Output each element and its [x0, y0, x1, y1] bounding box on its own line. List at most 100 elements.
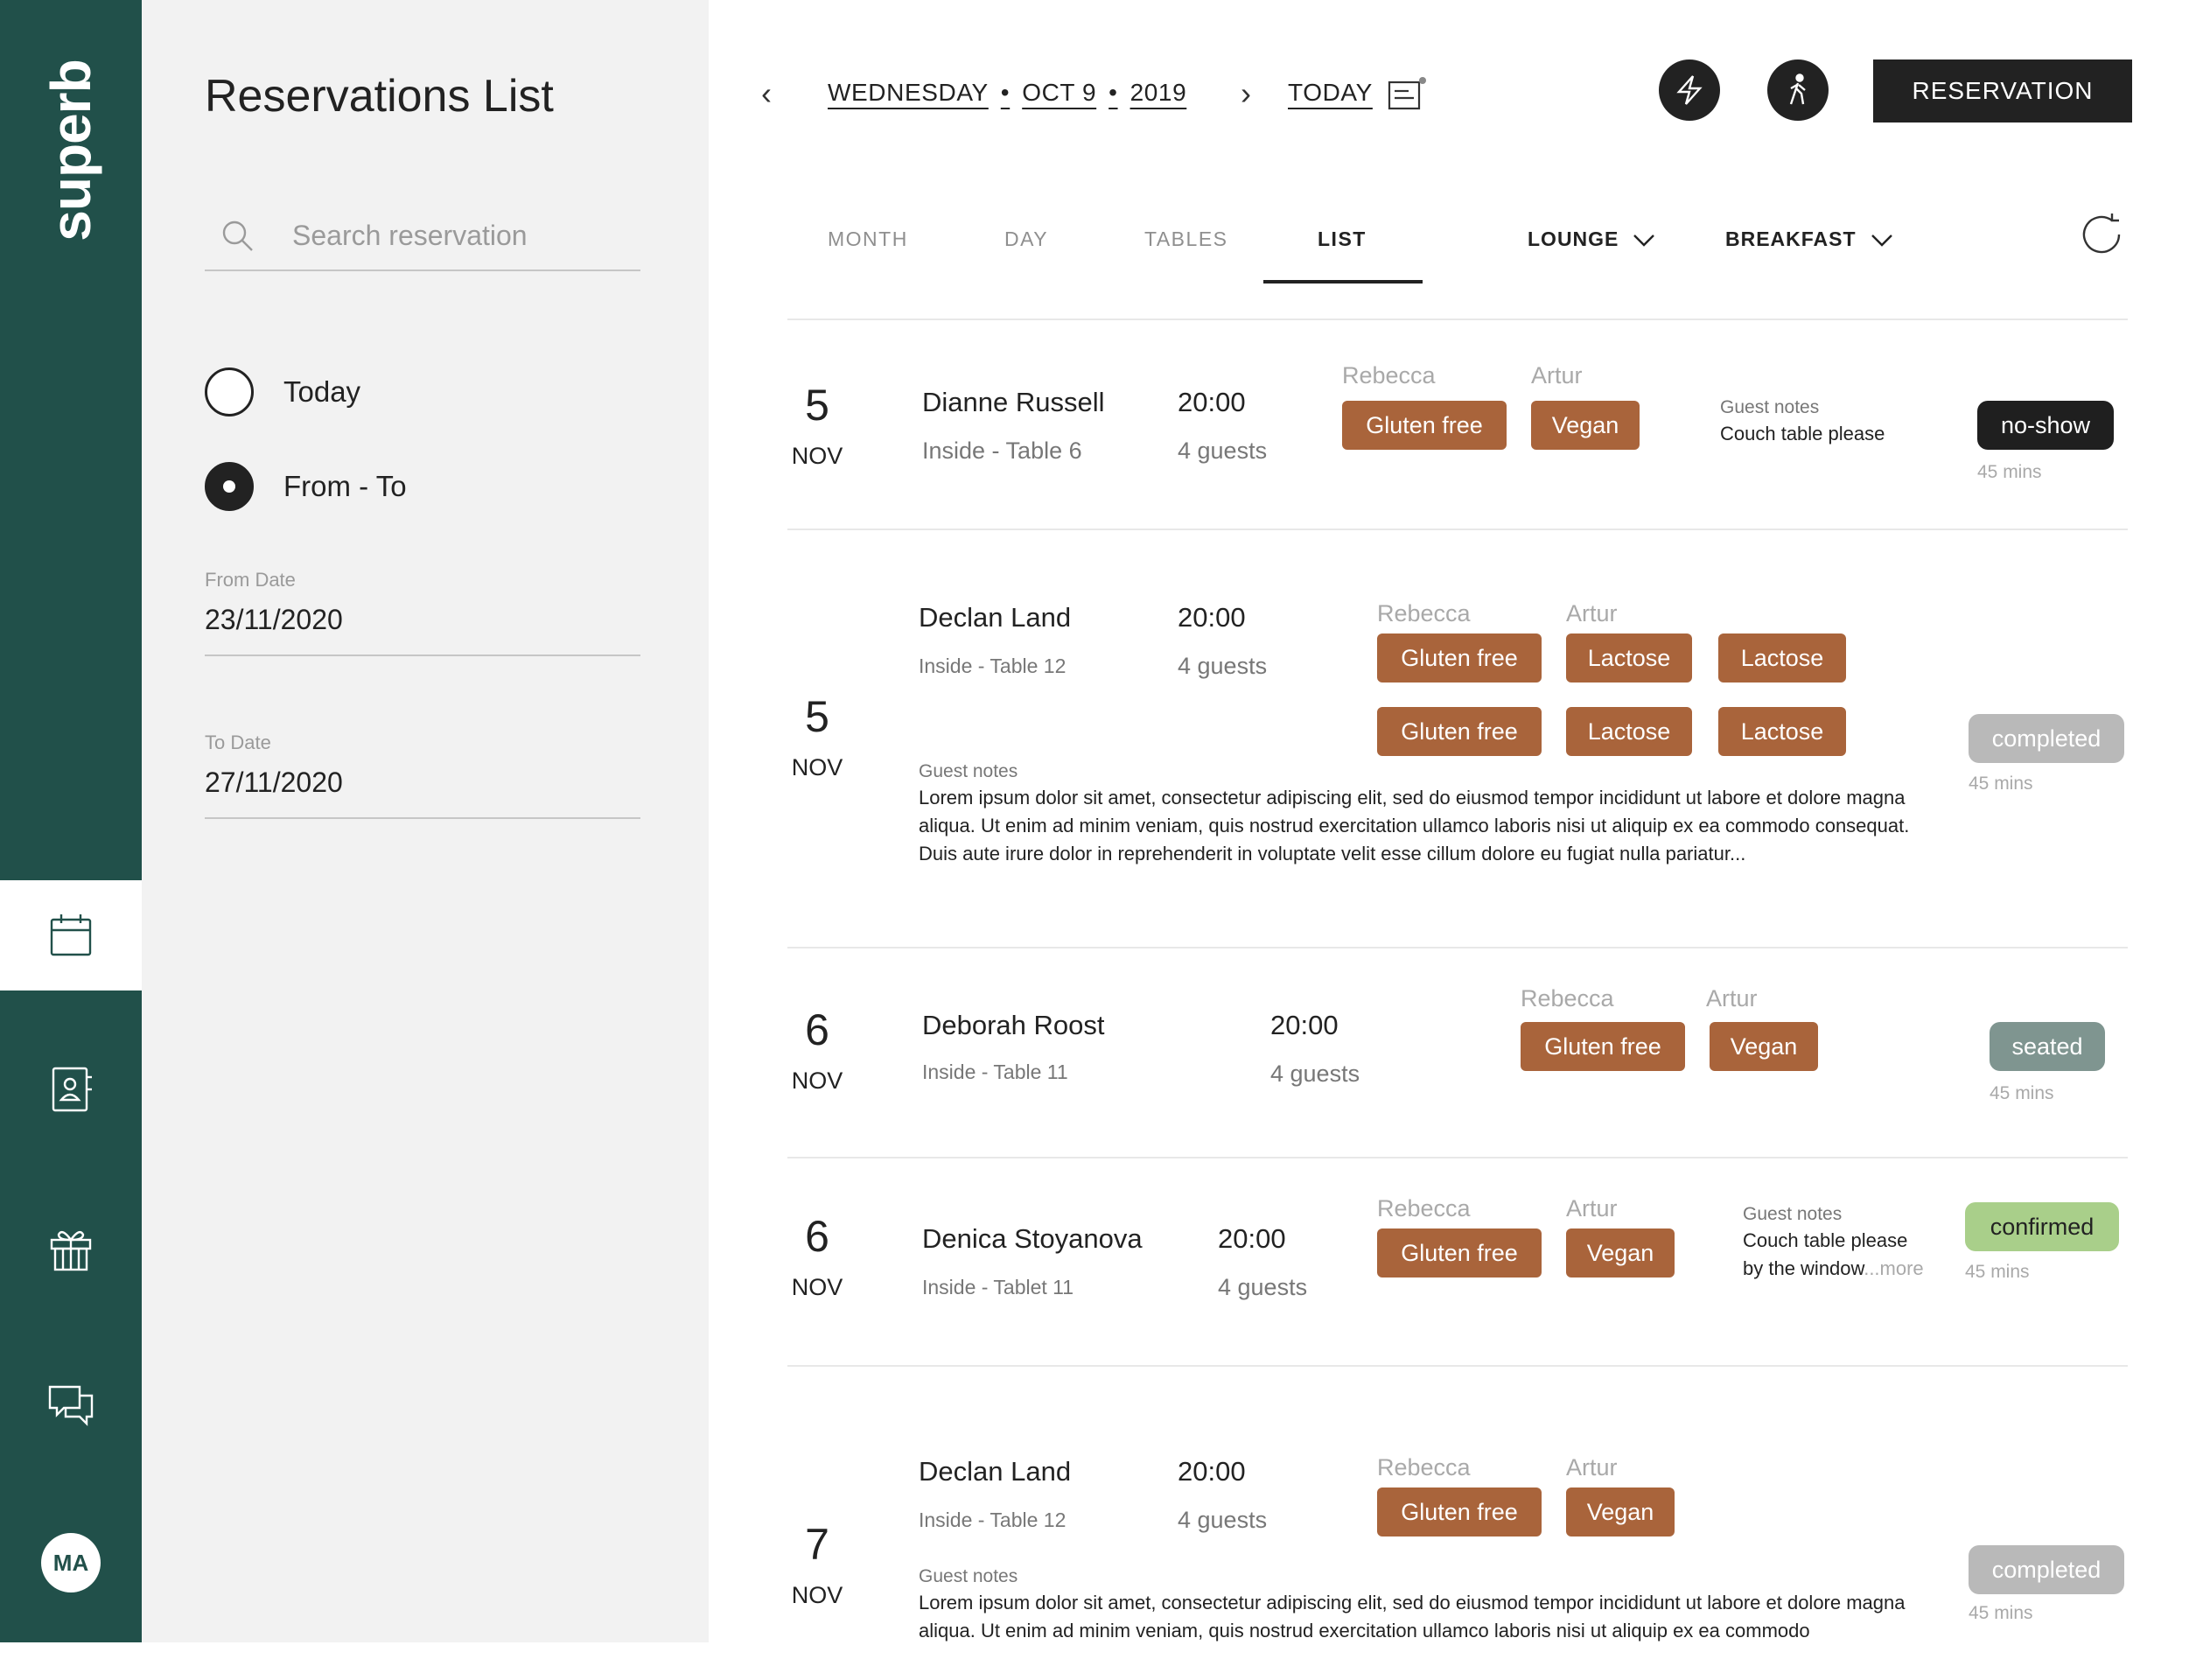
radio-from-to[interactable]: From - To: [205, 462, 407, 511]
reservation-day: 6: [805, 1212, 829, 1261]
radio-today[interactable]: Today: [205, 368, 360, 416]
from-date-field[interactable]: From Date 23/11/2020: [205, 569, 640, 656]
day-notes-icon[interactable]: [1388, 75, 1428, 112]
shift-dropdown[interactable]: BREAKFAST: [1725, 228, 1893, 251]
more-link[interactable]: ...more: [1864, 1257, 1923, 1279]
radio-today-circle[interactable]: [205, 368, 254, 416]
guest-name: Deborah Roost: [922, 1010, 1105, 1040]
new-reservation-button[interactable]: RESERVATION: [1873, 60, 2132, 122]
dietary-tag: Lactose: [1566, 634, 1692, 682]
area-dropdown[interactable]: LOUNGE: [1528, 228, 1655, 251]
guest-count: 4 guests: [1218, 1274, 1308, 1300]
from-date-value[interactable]: 23/11/2020: [205, 604, 640, 636]
chevron-down-icon: [1871, 234, 1892, 247]
tab-day[interactable]: DAY: [1004, 228, 1048, 251]
reservation-month: NOV: [791, 1068, 843, 1094]
top-bar: ‹ WEDNESDAY • OCT 9 • 2019 › TODAY RESERVATI…: [709, 0, 2189, 184]
guest-notes-label: Guest notes: [1720, 397, 1820, 417]
reservation-time: 20:00: [1218, 1223, 1286, 1254]
search-icon: [222, 220, 253, 251]
guest-name: Dianne Russell: [922, 387, 1105, 417]
nav-gift[interactable]: [0, 1194, 142, 1304]
search-box: [205, 201, 640, 271]
reservation-month: NOV: [791, 1274, 843, 1300]
dietary-tag: Gluten free: [1377, 1228, 1542, 1278]
staff-name: Artur: [1566, 1454, 1618, 1480]
radio-from-to-circle[interactable]: [205, 462, 254, 511]
contact-book-icon: [52, 1067, 92, 1112]
status-badge-completed[interactable]: completed: [1969, 1545, 2124, 1594]
guest-count: 4 guests: [1178, 653, 1268, 679]
refresh-button[interactable]: [2077, 210, 2126, 259]
date-separator: •: [1108, 79, 1118, 106]
guest-count: 4 guests: [1178, 1507, 1268, 1533]
guest-notes-label: Guest notes: [1743, 1204, 1843, 1224]
gift-icon: [50, 1230, 92, 1271]
status-badge-seated[interactable]: seated: [1990, 1022, 2105, 1071]
dietary-tag: Vegan: [1566, 1228, 1675, 1278]
nav-guest-book[interactable]: [0, 1034, 142, 1144]
guest-name: Denica Stoyanova: [922, 1223, 1143, 1254]
guest-count: 4 guests: [1178, 438, 1268, 464]
to-date-value[interactable]: 27/11/2020: [205, 766, 640, 799]
staff-name: Rebecca: [1521, 985, 1614, 1012]
reservation-row[interactable]: 6 NOV Denica Stoyanova Inside - Tablet 1…: [787, 1157, 2128, 1365]
tab-month[interactable]: MONTH: [828, 228, 908, 251]
chevron-down-icon: [1633, 234, 1655, 247]
status-badge-completed[interactable]: completed: [1969, 714, 2124, 763]
date-selector[interactable]: WEDNESDAY • OCT 9 • 2019: [828, 79, 1186, 107]
nav-calendar[interactable]: [0, 880, 142, 990]
status-badge-confirmed[interactable]: confirmed: [1965, 1202, 2119, 1251]
duration: 45 mins: [1990, 1083, 2054, 1103]
next-date-chevron-icon[interactable]: ›: [1241, 75, 1251, 112]
lightning-icon: [1676, 75, 1703, 105]
staff-name: Artur: [1566, 600, 1618, 626]
reservation-month: NOV: [791, 443, 843, 469]
table-location: Inside - Table 11: [922, 1060, 1068, 1083]
guest-notes-line: by the window...more: [1743, 1255, 1953, 1283]
dietary-tag: Lactose: [1566, 707, 1692, 756]
chat-icon: [48, 1385, 94, 1426]
shift-dropdown-label: BREAKFAST: [1725, 228, 1857, 250]
to-date-label: To Date: [205, 732, 271, 753]
radio-from-to-label: From - To: [283, 470, 407, 502]
reservation-day: 6: [805, 1005, 829, 1054]
search-input[interactable]: [292, 214, 633, 257]
guest-notes-line: Couch table please: [1743, 1229, 1908, 1251]
page-title: Reservations List: [205, 71, 554, 122]
dietary-tag: Gluten free: [1342, 401, 1507, 450]
quick-action-button[interactable]: [1659, 60, 1720, 121]
reservation-row[interactable]: 7 NOV Declan Land Inside - Table 12 20:0…: [787, 1365, 2128, 1680]
tab-list[interactable]: LIST: [1318, 228, 1367, 251]
reservation-row[interactable]: 5 NOV Dianne Russell Inside - Table 6 20…: [787, 318, 2128, 528]
status-badge-no-show[interactable]: no-show: [1977, 401, 2114, 450]
table-location: Inside - Table 12: [919, 654, 1067, 677]
reservation-row[interactable]: 5 NOV Declan Land Inside - Table 12 20:0…: [787, 528, 2128, 947]
duration: 45 mins: [1965, 1262, 2030, 1282]
brand-logo: superb: [39, 60, 102, 242]
tab-tables[interactable]: TABLES: [1144, 228, 1228, 251]
from-date-label: From Date: [205, 569, 296, 591]
to-date-field[interactable]: To Date 27/11/2020: [205, 732, 640, 819]
guest-notes: Lorem ipsum dolor sit amet, consectetur …: [919, 787, 1910, 864]
walk-in-button[interactable]: [1767, 60, 1829, 121]
refresh-icon: [2082, 214, 2121, 254]
guest-notes-label: Guest notes: [919, 1566, 1018, 1586]
duration: 45 mins: [1969, 774, 2033, 794]
area-dropdown-label: LOUNGE: [1528, 228, 1619, 250]
prev-date-chevron-icon[interactable]: ‹: [761, 75, 772, 112]
dietary-tag: Vegan: [1710, 1022, 1818, 1071]
reservation-month: NOV: [791, 754, 843, 780]
reservation-row[interactable]: 6 NOV Deborah Roost Inside - Table 11 20…: [787, 947, 2128, 1157]
reservation-time: 20:00: [1178, 387, 1246, 417]
guest-notes-label: Guest notes: [919, 761, 1018, 781]
user-avatar[interactable]: MA: [41, 1533, 101, 1592]
table-location: Inside - Table 6: [922, 438, 1082, 464]
staff-name: Rebecca: [1377, 1454, 1471, 1480]
guest-name: Declan Land: [919, 602, 1072, 633]
filter-panel: Reservations List Today From - To From D…: [142, 0, 709, 1642]
guest-notes: Couch table please by the window...more: [1743, 1227, 1953, 1283]
dietary-tag: Gluten free: [1377, 1488, 1542, 1536]
nav-chat[interactable]: [0, 1349, 142, 1460]
today-link[interactable]: TODAY: [1288, 79, 1373, 107]
